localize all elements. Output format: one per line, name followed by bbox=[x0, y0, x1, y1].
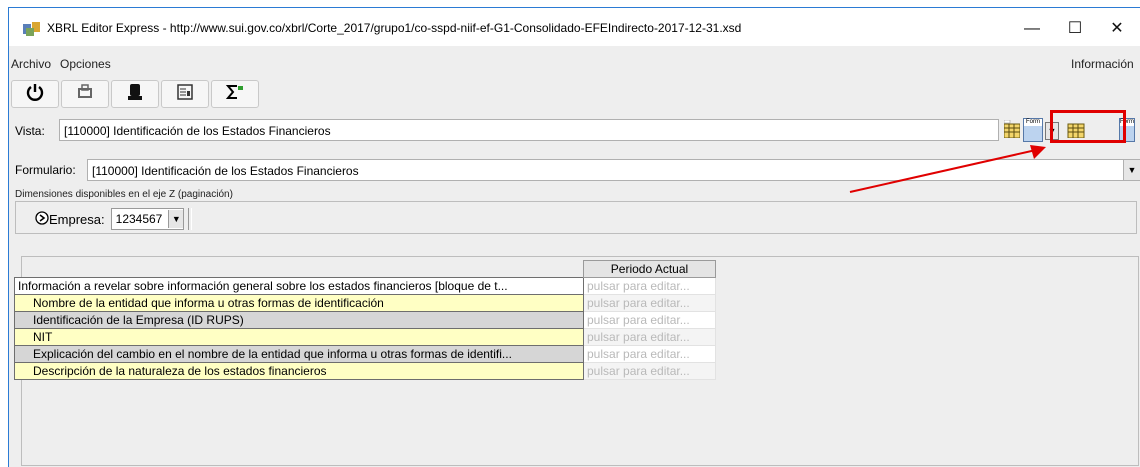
close-button[interactable]: ✕ bbox=[1097, 16, 1137, 42]
sigma-icon bbox=[225, 83, 245, 106]
save-button[interactable] bbox=[111, 80, 159, 108]
table-row: Identificación de la Empresa (ID RUPS) p… bbox=[14, 311, 716, 329]
chevron-down-icon[interactable]: ▼ bbox=[168, 210, 184, 228]
sigma-button[interactable] bbox=[211, 80, 259, 108]
power-button[interactable] bbox=[11, 80, 59, 108]
empresa-value: 1234567 bbox=[115, 212, 163, 226]
highlight-box bbox=[1050, 110, 1126, 143]
row-label: Información a revelar sobre información … bbox=[14, 277, 584, 295]
column-header-periodo-actual: Periodo Actual bbox=[583, 260, 716, 278]
table-row: NIT pulsar para editar... bbox=[14, 328, 716, 346]
form-icon bbox=[176, 83, 194, 106]
app-window: XBRL Editor Express - http://www.sui.gov… bbox=[8, 7, 1140, 467]
menu-archivo[interactable]: Archivo bbox=[11, 57, 51, 71]
row-label: Descripción de la naturaleza de los esta… bbox=[14, 362, 584, 380]
grid-view-icon[interactable] bbox=[1003, 119, 1021, 139]
row-label: Explicación del cambio en el nombre de l… bbox=[14, 345, 584, 363]
value-cell[interactable]: pulsar para editar... bbox=[583, 294, 716, 312]
menu-bar: Archivo Opciones Información bbox=[9, 54, 1140, 74]
separator bbox=[188, 208, 193, 230]
value-cell[interactable]: pulsar para editar... bbox=[583, 345, 716, 363]
table-header-row: Periodo Actual bbox=[15, 260, 716, 278]
header-spacer bbox=[15, 261, 584, 278]
menu-informacion[interactable]: Información bbox=[1071, 57, 1134, 71]
data-table: Periodo Actual Información a revelar sob… bbox=[14, 260, 716, 380]
power-icon bbox=[26, 83, 44, 106]
vista-label: Vista: bbox=[15, 124, 45, 138]
maximize-button[interactable]: ☐ bbox=[1055, 16, 1095, 42]
form-button[interactable] bbox=[161, 80, 209, 108]
chevron-down-icon[interactable]: ▼ bbox=[1123, 160, 1140, 180]
expand-circle-icon[interactable] bbox=[35, 210, 49, 228]
value-cell[interactable]: pulsar para editar... bbox=[583, 277, 716, 295]
formulario-label: Formulario: bbox=[15, 163, 76, 177]
xbrl-app-icon bbox=[23, 22, 41, 36]
window-title: XBRL Editor Express - http://www.sui.gov… bbox=[47, 21, 742, 35]
vista-select[interactable]: [110000] Identificación de los Estados F… bbox=[59, 119, 999, 141]
table-row: Explicación del cambio en el nombre de l… bbox=[14, 345, 716, 363]
form-view-icon[interactable]: Form bbox=[1023, 118, 1043, 142]
title-bar: XBRL Editor Express - http://www.sui.gov… bbox=[9, 8, 1140, 46]
print-icon bbox=[76, 83, 94, 106]
form-badge: Form bbox=[1024, 119, 1042, 126]
table-row: Nombre de la entidad que informa u otras… bbox=[14, 294, 716, 312]
formulario-value: [110000] Identificación de los Estados F… bbox=[92, 164, 359, 178]
value-cell[interactable]: pulsar para editar... bbox=[583, 311, 716, 329]
save-icon bbox=[126, 83, 144, 106]
value-cell[interactable]: pulsar para editar... bbox=[583, 362, 716, 380]
row-label: NIT bbox=[14, 328, 584, 346]
empresa-filter: Empresa: 1234567 ▼ bbox=[35, 208, 193, 230]
annotation-arrow bbox=[849, 145, 1046, 193]
menu-opciones[interactable]: Opciones bbox=[60, 57, 111, 71]
table-row: Descripción de la naturaleza de los esta… bbox=[14, 362, 716, 380]
row-label: Nombre de la entidad que informa u otras… bbox=[14, 294, 584, 312]
table-row: Información a revelar sobre información … bbox=[14, 277, 716, 295]
empresa-select[interactable]: 1234567 ▼ bbox=[110, 208, 185, 230]
print-button[interactable] bbox=[61, 80, 109, 108]
empresa-label: Empresa: bbox=[49, 211, 105, 227]
value-cell[interactable]: pulsar para editar... bbox=[583, 328, 716, 346]
dimensiones-label: Dimensiones disponibles en el eje Z (pag… bbox=[15, 189, 233, 200]
minimize-button[interactable]: — bbox=[1012, 16, 1052, 42]
row-label: Identificación de la Empresa (ID RUPS) bbox=[14, 311, 584, 329]
